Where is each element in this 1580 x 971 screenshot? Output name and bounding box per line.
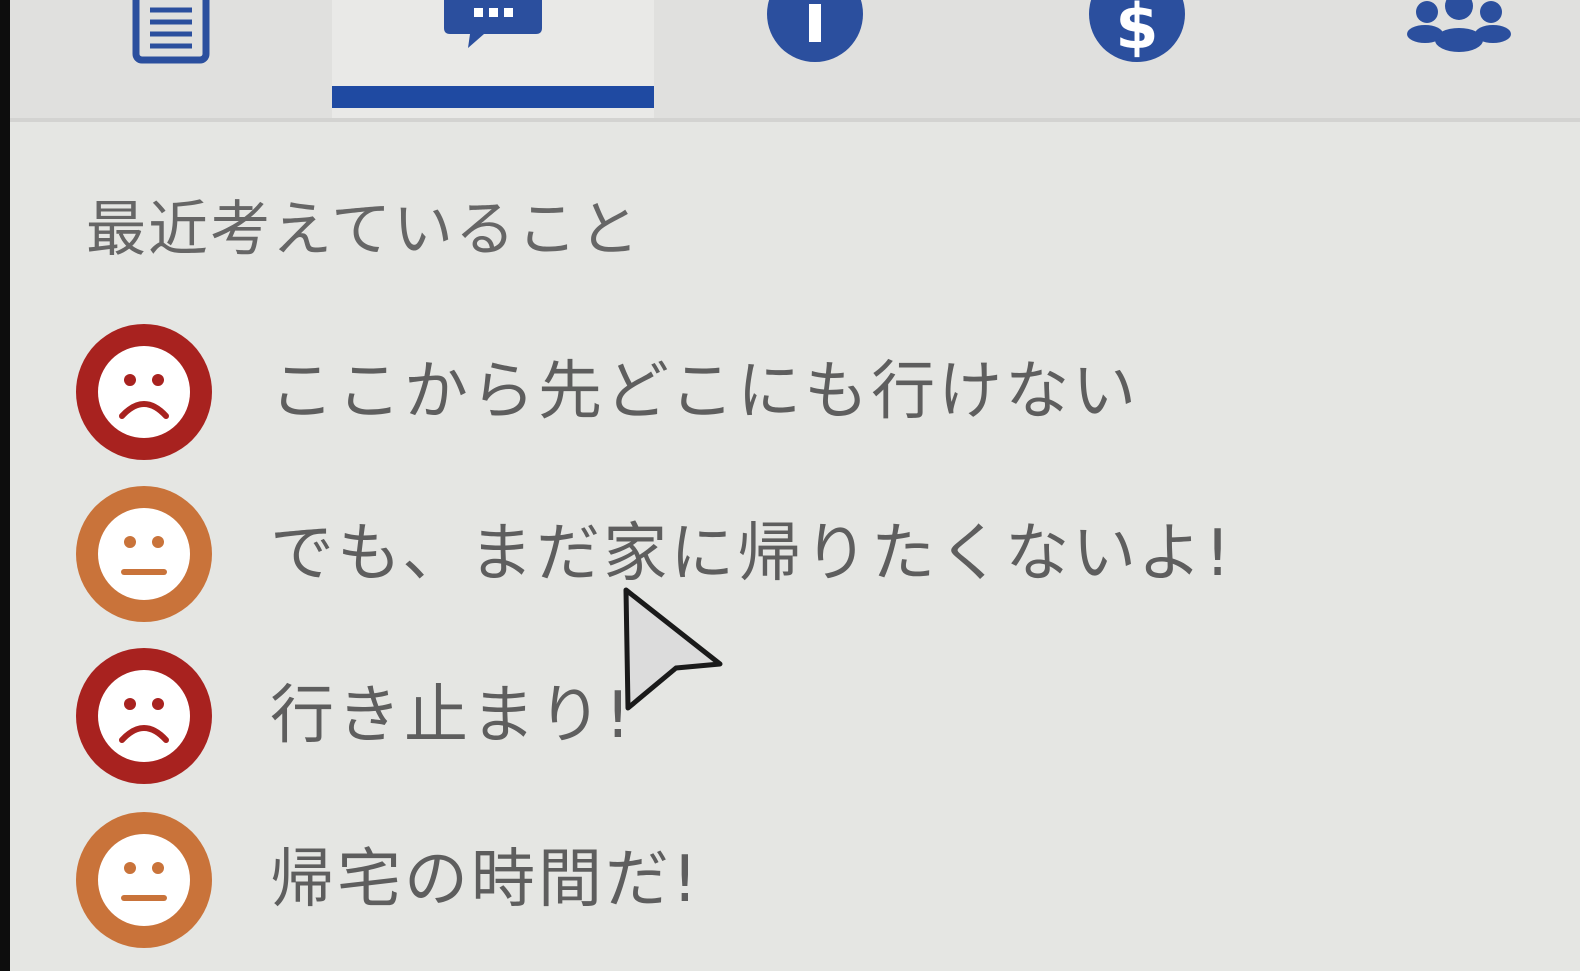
sad-face-icon — [76, 648, 212, 784]
neutral-face-icon — [76, 812, 212, 948]
neutral-face-icon — [76, 486, 212, 622]
section-title: 最近考えていること — [86, 195, 641, 265]
thought-item: ここから先どこにも行けない — [74, 322, 1554, 462]
chat-bubble-icon — [444, 0, 542, 48]
thought-text: 帰宅の時間だ! — [270, 843, 701, 917]
document-icon — [132, 0, 210, 64]
active-tab-indicator — [332, 86, 654, 108]
thought-item: 行き止まり! — [74, 646, 1554, 786]
mouse-cursor-icon — [623, 587, 723, 711]
thought-text: でも、まだ家に帰りたくないよ! — [270, 517, 1234, 591]
tab-money[interactable]: $ — [976, 0, 1298, 118]
tab-info[interactable] — [654, 0, 976, 118]
thought-item: 帰宅の時間だ! — [74, 810, 1554, 950]
thought-item: でも、まだ家に帰りたくないよ! — [74, 484, 1554, 624]
svg-text:$: $ — [1115, 0, 1158, 63]
sad-face-icon — [76, 324, 212, 460]
tab-notes[interactable] — [10, 0, 332, 118]
thought-text: 行き止まり! — [270, 679, 634, 753]
tab-people[interactable] — [1298, 0, 1580, 118]
info-icon — [767, 0, 863, 62]
tab-thoughts[interactable] — [332, 0, 654, 118]
app-window: $ 最近考えていること ここから先どこにも行けない でも、まだ家に帰りたくないよ… — [0, 0, 1580, 971]
tab-bar: $ — [10, 0, 1580, 122]
window-edge — [0, 0, 10, 971]
group-icon — [1407, 0, 1511, 52]
thought-text: ここから先どこにも行けない — [270, 355, 1140, 429]
dollar-icon: $ — [1089, 0, 1185, 63]
